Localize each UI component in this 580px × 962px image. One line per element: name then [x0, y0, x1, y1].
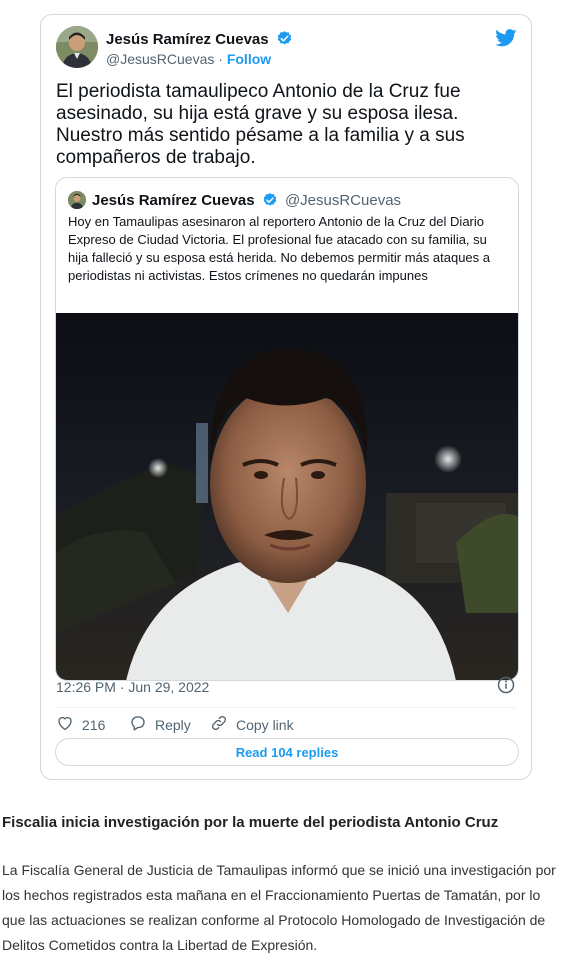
article-headline: Fiscalia inicia investigación por la mue… [2, 814, 499, 831]
twitter-bird-icon[interactable] [495, 29, 517, 52]
quoted-tweet[interactable]: Jesús Ramírez Cuevas @JesusRCuevas Hoy e… [55, 177, 519, 681]
reply-bubble-icon [129, 714, 147, 735]
quoted-tweet-photo[interactable] [56, 313, 519, 681]
tweet-text: El periodista tamaulipeco Antonio de la … [56, 81, 465, 168]
copy-link-button[interactable]: Copy link [210, 714, 294, 735]
author-handle[interactable]: @JesusRCuevas [106, 51, 214, 67]
reply-label: Reply [155, 716, 191, 733]
quoted-tweet-text: Hoy en Tamaulipas asesinaron al reporter… [68, 214, 490, 283]
quoted-author-handle[interactable]: @JesusRCuevas [285, 192, 401, 209]
meta-separator: · [214, 51, 227, 67]
author-avatar[interactable] [56, 26, 98, 68]
author-name[interactable]: Jesús Ramírez Cuevas [106, 30, 293, 52]
quoted-author-name[interactable]: Jesús Ramírez Cuevas [92, 192, 255, 209]
embedded-tweet: Jesús Ramírez Cuevas @JesusRCuevas · Fol… [40, 14, 532, 780]
like-button[interactable]: 216 [56, 714, 105, 735]
like-count: 216 [82, 716, 106, 733]
read-replies-button[interactable]: Read 104 replies [55, 738, 519, 766]
link-icon [210, 714, 228, 735]
author-name-text[interactable]: Jesús Ramírez Cuevas [106, 31, 269, 48]
verified-badge-icon [262, 192, 278, 213]
info-icon[interactable] [497, 676, 515, 699]
copy-link-label: Copy link [236, 716, 294, 733]
reply-button[interactable]: Reply [129, 714, 191, 735]
quoted-author-avatar[interactable] [68, 191, 86, 209]
verified-badge-icon [276, 30, 293, 52]
divider [55, 707, 517, 708]
heart-icon [56, 714, 74, 735]
author-meta: @JesusRCuevas · Follow [106, 50, 271, 68]
quoted-author[interactable]: Jesús Ramírez Cuevas @JesusRCuevas [92, 191, 401, 213]
follow-button[interactable]: Follow [227, 51, 271, 67]
article-body: La Fiscalía General de Justicia de Tamau… [2, 862, 556, 953]
tweet-timestamp[interactable]: 12:26 PM · Jun 29, 2022 [56, 678, 209, 696]
